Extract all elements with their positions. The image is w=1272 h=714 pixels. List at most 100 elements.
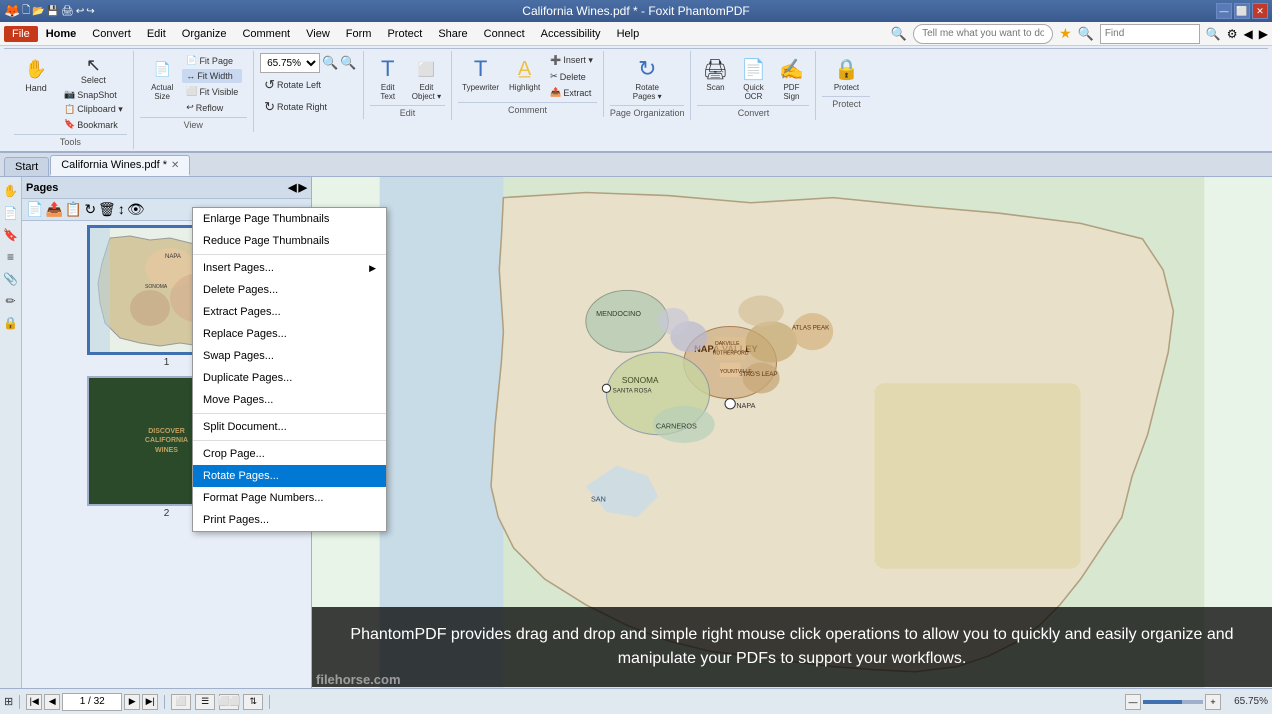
restore-button[interactable]: ⬜	[1234, 3, 1250, 19]
typewriter-button[interactable]: T Typewriter	[458, 53, 503, 94]
bookmark-button[interactable]: 🔖 Bookmark	[60, 117, 127, 132]
ctx-replace-pages[interactable]: Replace Pages...	[193, 323, 386, 345]
undo-icon[interactable]: ↩	[76, 6, 84, 17]
menu-accessibility[interactable]: Accessibility	[533, 26, 609, 42]
protect-button[interactable]: 🔒 Protect	[828, 53, 864, 94]
page-rotate-icon[interactable]: ↻	[84, 201, 96, 218]
menu-home[interactable]: Home	[38, 26, 85, 42]
fit-visible-button[interactable]: ⬜ Fit Visible	[182, 84, 242, 99]
reflow-button[interactable]: ↩ Reflow	[182, 100, 242, 115]
tab-start[interactable]: Start	[4, 157, 49, 176]
actual-size-button[interactable]: 📄 ActualSize	[144, 53, 180, 103]
page-add-icon[interactable]: 📄	[26, 201, 43, 218]
print-icon[interactable]: 🖨	[61, 6, 74, 17]
rotate-pages-button[interactable]: ↻ RotatePages ▾	[629, 53, 666, 103]
menu-connect[interactable]: Connect	[476, 26, 533, 42]
zoom-slider[interactable]	[1143, 700, 1203, 704]
first-page-button[interactable]: |◀	[26, 694, 42, 710]
insert-button[interactable]: ➕ Insert ▾	[546, 53, 597, 68]
redo-icon[interactable]: ↪	[86, 6, 94, 17]
ctx-format-page-numbers[interactable]: Format Page Numbers...	[193, 487, 386, 509]
find-input[interactable]	[1100, 24, 1200, 44]
select-tool-button[interactable]: ↖ Select	[60, 53, 127, 87]
edit-object-button[interactable]: ⬜ EditObject ▾	[408, 53, 445, 103]
nav-prev-icon[interactable]: ◀	[1244, 27, 1253, 41]
snapshot-button[interactable]: 📷 SnapShot	[60, 87, 127, 102]
zoom-in-icon[interactable]: 🔍	[340, 55, 356, 71]
fit-page-button[interactable]: 📄 Fit Page	[182, 53, 242, 68]
ctx-insert-pages[interactable]: Insert Pages... ▶	[193, 257, 386, 279]
continuous-view-button[interactable]: ☰	[195, 694, 215, 710]
minimize-button[interactable]: —	[1216, 3, 1232, 19]
menu-comment[interactable]: Comment	[234, 26, 298, 42]
extract-button[interactable]: 📤 Extract	[546, 85, 597, 100]
single-page-view-button[interactable]: ⬜	[171, 694, 191, 710]
open-icon[interactable]: 📂	[32, 6, 44, 17]
tab-california-wines[interactable]: California Wines.pdf * ✕	[50, 155, 190, 176]
left-icon-security[interactable]: 🔒	[1, 313, 21, 333]
ctx-duplicate-pages[interactable]: Duplicate Pages...	[193, 367, 386, 389]
sidebar-next-icon[interactable]: ▶	[299, 181, 307, 194]
rotate-left-button[interactable]: ↺ Rotate Left	[260, 75, 356, 95]
tab-close-icon[interactable]: ✕	[171, 160, 179, 171]
rotate-right-button[interactable]: ↻ Rotate Right	[260, 97, 356, 117]
ctx-swap-pages[interactable]: Swap Pages...	[193, 345, 386, 367]
sidebar-prev-icon[interactable]: ◀	[288, 181, 296, 194]
prev-page-button[interactable]: ◀	[44, 694, 60, 710]
close-button[interactable]: ✕	[1252, 3, 1268, 19]
left-icon-hand[interactable]: ✋	[1, 181, 21, 201]
zoom-out-button[interactable]: —	[1125, 694, 1141, 710]
quick-ocr-button[interactable]: 📄 QuickOCR	[735, 53, 771, 103]
zoom-select[interactable]: 65.75% 50% 75% 100%	[260, 53, 320, 73]
menu-edit[interactable]: Edit	[139, 26, 174, 42]
last-page-button[interactable]: ▶|	[142, 694, 158, 710]
zoom-out-icon[interactable]: 🔍	[322, 55, 338, 71]
menu-file[interactable]: File	[4, 26, 38, 42]
find-go-icon[interactable]: 🔍	[1206, 27, 1221, 41]
zoom-in-button[interactable]: +	[1205, 694, 1221, 710]
options-icon[interactable]: ⚙	[1227, 27, 1238, 41]
ctx-move-pages[interactable]: Move Pages...	[193, 389, 386, 411]
highlight-button[interactable]: A̲ Highlight	[505, 53, 544, 94]
ctx-print-pages[interactable]: Print Pages...	[193, 509, 386, 531]
menu-view[interactable]: View	[298, 26, 338, 42]
left-icon-attach[interactable]: 📎	[1, 269, 21, 289]
edit-text-button[interactable]: T EditText	[370, 53, 406, 103]
next-page-button[interactable]: ▶	[124, 694, 140, 710]
menu-protect[interactable]: Protect	[379, 26, 430, 42]
left-icon-annot[interactable]: ✏	[1, 291, 21, 311]
menu-organize[interactable]: Organize	[174, 26, 235, 42]
ctx-extract-pages[interactable]: Extract Pages...	[193, 301, 386, 323]
ctx-rotate-pages[interactable]: Rotate Pages...	[193, 465, 386, 487]
nav-next-icon[interactable]: ▶	[1259, 27, 1268, 41]
page-extract-icon[interactable]: 📤	[45, 201, 62, 218]
ctx-crop-page[interactable]: Crop Page...	[193, 443, 386, 465]
menu-share[interactable]: Share	[430, 26, 475, 42]
scroll-view-button[interactable]: ⇅	[243, 694, 263, 710]
page-delete-icon[interactable]: 🗑	[98, 201, 116, 218]
two-page-view-button[interactable]: ⬜⬜	[219, 694, 239, 710]
scan-button[interactable]: 🖨 Scan	[697, 53, 733, 94]
tell-me-input[interactable]	[913, 24, 1053, 44]
pdf-sign-button[interactable]: ✍ PDFSign	[773, 53, 809, 103]
page-input[interactable]	[62, 693, 122, 711]
hand-tool-button[interactable]: ✋ Hand	[14, 53, 58, 95]
left-icon-pages[interactable]: 📄	[1, 203, 21, 223]
ctx-enlarge-thumbs[interactable]: Enlarge Page Thumbnails	[193, 208, 386, 230]
menu-help[interactable]: Help	[609, 26, 648, 42]
page-view-icon[interactable]: 👁	[127, 201, 145, 218]
save-icon[interactable]: 💾	[47, 6, 59, 17]
ctx-delete-pages[interactable]: Delete Pages...	[193, 279, 386, 301]
ctx-split-document[interactable]: Split Document...	[193, 416, 386, 438]
left-icon-bookmarks[interactable]: 🔖	[1, 225, 21, 245]
delete-button[interactable]: ✂ Delete	[546, 69, 597, 84]
ctx-reduce-thumbs[interactable]: Reduce Page Thumbnails	[193, 230, 386, 252]
clipboard-button[interactable]: 📋 Clipboard ▾	[60, 102, 127, 117]
menu-form[interactable]: Form	[338, 26, 380, 42]
page-move-icon[interactable]: ↕	[118, 201, 125, 218]
left-icon-layers[interactable]: ≡	[1, 247, 21, 267]
new-icon[interactable]: 🗋	[22, 3, 30, 20]
menu-convert[interactable]: Convert	[84, 26, 139, 42]
fit-width-button[interactable]: ↔ Fit Width	[182, 69, 242, 83]
page-export-icon[interactable]: 📋	[65, 201, 82, 218]
